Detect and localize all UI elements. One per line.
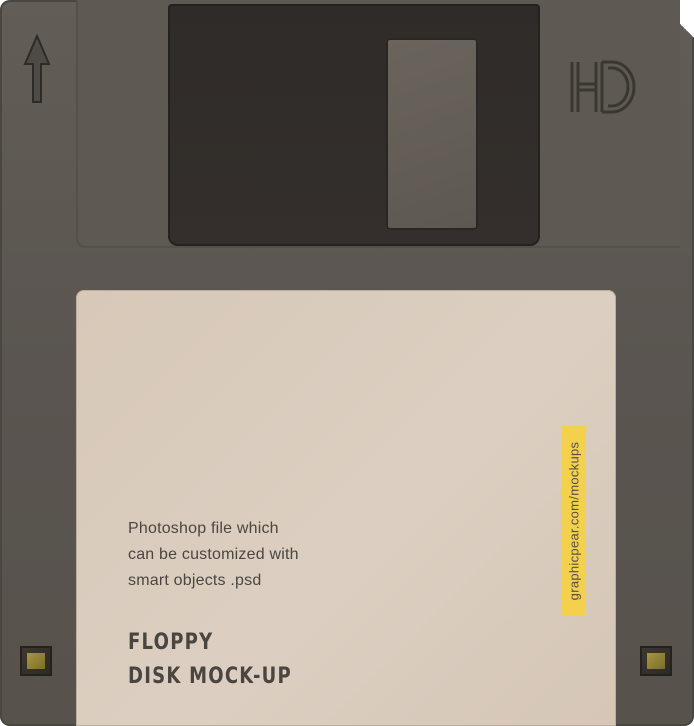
label-title: FLOPPY DISK MOCK-UP	[128, 626, 292, 694]
write-protect-tab-left	[20, 646, 52, 676]
title-line: DISK MOCK-UP	[128, 664, 292, 689]
hd-logo-icon	[570, 60, 636, 114]
description-line: can be customized with	[128, 546, 299, 563]
url-text: graphicpear.com/mockups	[566, 441, 582, 601]
metal-shutter	[168, 4, 540, 246]
density-hole-right	[640, 646, 672, 676]
description-line: Photoshop file which	[128, 520, 279, 537]
shutter-window	[386, 38, 478, 230]
title-line: FLOPPY	[128, 630, 214, 655]
url-tag: graphicpear.com/mockups	[562, 426, 586, 616]
arrow-up-icon	[23, 34, 51, 103]
label-description: Photoshop file which can be customized w…	[128, 516, 368, 594]
description-line: smart objects .psd	[128, 572, 262, 589]
